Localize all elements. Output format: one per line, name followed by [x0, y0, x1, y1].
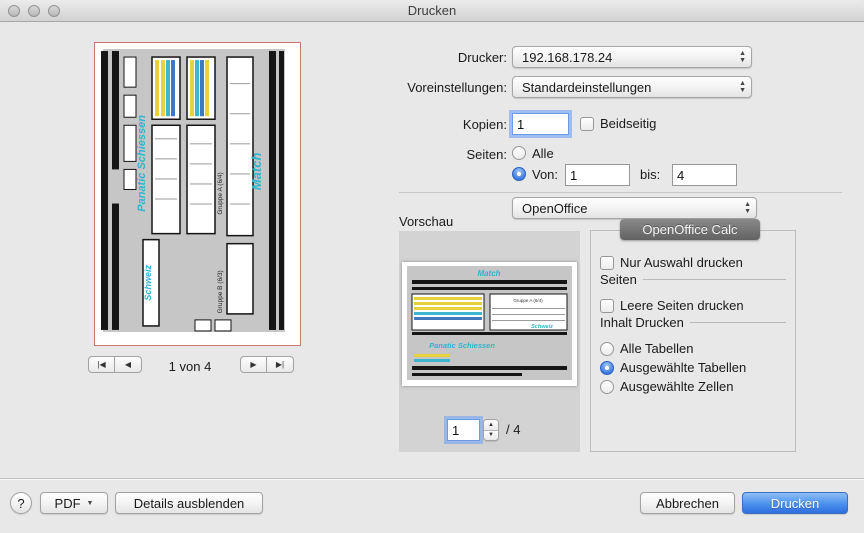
printer-popup-value: 192.168.178.24 — [522, 50, 612, 65]
selected-cells-radio[interactable] — [600, 380, 614, 394]
preview-page: Match Gruppe A (6/4) Schweiz Panatic Sch… — [402, 262, 577, 386]
title-bar: Drucken — [0, 0, 864, 22]
stepper-down-button[interactable]: ▼ — [484, 431, 498, 441]
presets-label: Voreinstellungen: — [347, 80, 507, 96]
pdf-menu-button[interactable]: PDF ▼ — [40, 492, 108, 514]
selected-cells-label: Ausgewählte Zellen — [620, 379, 733, 395]
zoom-button[interactable] — [48, 5, 60, 17]
preview-title: Vorschau — [399, 214, 453, 230]
content-section-label: Inhalt Drucken — [600, 315, 684, 330]
print-dialog-window: { "window": { "title": "Drucken" }, "for… — [0, 0, 864, 533]
thumb-title-text: Panatic Schiessen — [136, 115, 148, 212]
print-label: Drucken — [771, 496, 819, 511]
all-tables-radio[interactable] — [600, 342, 614, 356]
page-thumbnail-art: Panatic Schiessen Schweiz Gruppe A (6/4)… — [95, 43, 300, 345]
next-page-icon: ▶ — [250, 360, 256, 369]
previous-page-button[interactable]: ◀ — [115, 356, 142, 373]
preview-title-text: Panatic Schiessen — [429, 341, 495, 350]
previous-page-icon: ◀ — [125, 360, 131, 369]
pdf-button-label: PDF — [55, 496, 81, 511]
hide-details-label: Details ausblenden — [134, 496, 245, 511]
selection-only-checkbox[interactable] — [600, 256, 614, 270]
cancel-button[interactable]: Abbrechen — [640, 492, 735, 514]
thumb-group-b-text: Gruppe B (6/3) — [217, 270, 224, 313]
duplex-label: Beidseitig — [600, 116, 656, 132]
page-preview-thumbnail[interactable]: Panatic Schiessen Schweiz Gruppe A (6/4)… — [94, 42, 301, 346]
copies-label: Kopien: — [347, 117, 507, 133]
selected-tables-label: Ausgewählte Tabellen — [620, 360, 746, 376]
preview-total-label: / 4 — [506, 422, 520, 438]
help-icon: ? — [17, 496, 24, 511]
chevron-down-icon: ▼ — [87, 500, 94, 507]
pages-all-radio[interactable] — [512, 146, 526, 160]
selected-tables-radio[interactable] — [600, 361, 614, 375]
page-counter: 1 von 4 — [140, 359, 240, 374]
pages-label: Seiten: — [347, 147, 507, 163]
preview-schweiz-text: Schweiz — [531, 324, 553, 330]
section-rule — [690, 322, 786, 323]
cancel-label: Abbrechen — [656, 496, 719, 511]
calc-panel-title: OpenOffice Calc — [620, 219, 760, 240]
help-button[interactable]: ? — [10, 492, 32, 514]
app-section-popup[interactable]: OpenOffice ▲▼ — [512, 197, 757, 219]
thumb-nav-back-group: |◀ ◀ — [88, 356, 142, 373]
presets-popup[interactable]: Standardeinstellungen ▲▼ — [512, 76, 752, 98]
popup-arrows-icon: ▲▼ — [739, 50, 746, 64]
pages-all-label: Alle — [532, 146, 554, 162]
stepper-up-button[interactable]: ▲ — [484, 420, 498, 431]
printer-label: Drucker: — [347, 50, 507, 66]
empty-pages-label: Leere Seiten drucken — [620, 298, 744, 314]
app-popup-value: OpenOffice — [522, 201, 588, 216]
empty-pages-checkbox[interactable] — [600, 299, 614, 313]
thumb-group-a-text: Gruppe A (6/4) — [217, 172, 224, 214]
pages-range-radio[interactable] — [512, 167, 526, 181]
preview-page-stepper: ▲ ▼ — [483, 419, 499, 441]
popup-arrows-icon: ▲▼ — [739, 80, 746, 94]
preview-page-art: Match Gruppe A (6/4) Schweiz Panatic Sch… — [402, 262, 577, 386]
next-page-button[interactable]: ▶ — [240, 356, 267, 373]
pages-to-input[interactable] — [672, 164, 737, 186]
first-page-button[interactable]: |◀ — [88, 356, 115, 373]
pages-from-input[interactable] — [565, 164, 630, 186]
thumb-match-text: Match — [249, 153, 264, 191]
preview-page-input[interactable] — [447, 419, 480, 441]
preview-area: Match Gruppe A (6/4) Schweiz Panatic Sch… — [399, 231, 580, 452]
pages-from-label: Von: — [532, 167, 558, 183]
last-page-button[interactable]: ▶| — [267, 356, 294, 373]
duplex-checkbox[interactable] — [580, 117, 594, 131]
last-page-icon: ▶| — [276, 360, 284, 369]
minimize-button[interactable] — [28, 5, 40, 17]
window-title: Drucken — [0, 0, 864, 21]
presets-popup-value: Standardeinstellungen — [522, 80, 651, 95]
all-tables-label: Alle Tabellen — [620, 341, 693, 357]
selection-only-label: Nur Auswahl drucken — [620, 255, 743, 271]
close-button[interactable] — [8, 5, 20, 17]
hide-details-button[interactable]: Details ausblenden — [115, 492, 263, 514]
traffic-lights — [8, 5, 60, 17]
thumb-schweiz-text: Schweiz — [143, 265, 153, 301]
preview-match-text: Match — [477, 269, 500, 278]
form-divider — [399, 192, 842, 193]
first-page-icon: |◀ — [97, 360, 105, 369]
pages-section-label: Seiten — [600, 272, 637, 287]
pages-to-label: bis: — [640, 167, 660, 183]
content-section: Inhalt Drucken — [600, 315, 786, 330]
thumb-nav-forward-group: ▶ ▶| — [240, 356, 294, 373]
copies-input[interactable] — [512, 113, 569, 135]
pages-section: Seiten — [600, 272, 786, 287]
printer-popup[interactable]: 192.168.178.24 ▲▼ — [512, 46, 752, 68]
section-rule — [643, 279, 786, 280]
preview-group-a-text: Gruppe A (6/4) — [513, 298, 543, 303]
popup-arrows-icon: ▲▼ — [744, 201, 751, 215]
footer-divider — [0, 478, 864, 479]
print-button[interactable]: Drucken — [742, 492, 848, 514]
